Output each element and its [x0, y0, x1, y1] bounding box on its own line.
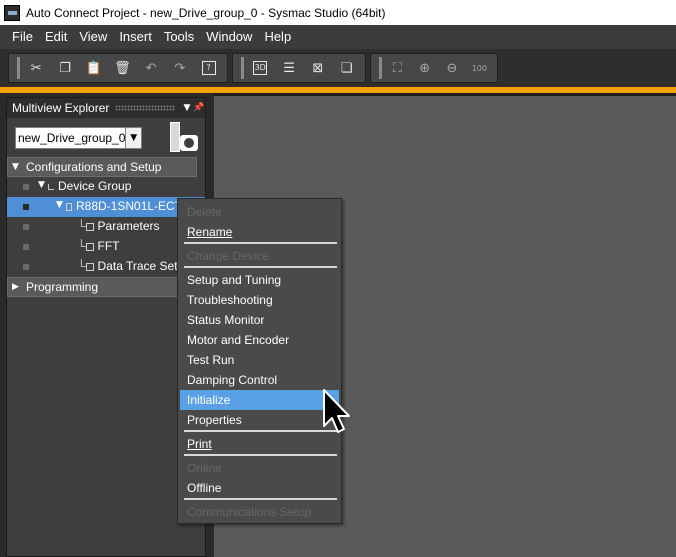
menu-item-online[interactable]: Online: [180, 458, 339, 478]
explorer-header: Multiview Explorer ▼ 📌: [7, 98, 205, 118]
cut-icon[interactable]: ✂: [26, 57, 47, 79]
tree-label: FFT: [97, 239, 120, 253]
window-title: Auto Connect Project - new_Drive_group_0…: [26, 5, 386, 20]
section-label: Configurations and Setup: [26, 160, 162, 174]
context-menu: Delete Rename Change Device Setup and Tu…: [177, 198, 342, 524]
tree-label: Parameters: [97, 219, 160, 233]
toolbar-group-view: 3D ☰ ⊠ ❏: [232, 53, 366, 83]
menu-view[interactable]: View: [73, 25, 113, 49]
toolbar-grip[interactable]: [241, 57, 244, 79]
expand-triangle-icon[interactable]: ▼: [12, 162, 19, 172]
menu-item-offline[interactable]: Offline: [180, 478, 339, 498]
status-square: [23, 204, 29, 210]
zoom-100-icon[interactable]: 100: [470, 57, 489, 79]
menu-item-damping-control[interactable]: Damping Control: [180, 370, 339, 390]
tree-item-fft[interactable]: └ FFT: [7, 237, 205, 257]
graph-icon: [85, 242, 94, 251]
device-group-combo[interactable]: new_Drive_group_0 ▼: [15, 127, 142, 149]
menu-item-communications-setup[interactable]: Communications Setup: [180, 502, 339, 522]
tree-view-icon[interactable]: ☰: [279, 57, 300, 79]
paste-icon[interactable]: 📋: [83, 57, 104, 79]
menu-separator: [184, 430, 337, 432]
menu-item-initialize[interactable]: Initialize: [180, 390, 339, 410]
redo-icon[interactable]: ↷: [170, 57, 191, 79]
list-icon: [85, 222, 94, 231]
menu-item-delete[interactable]: Delete: [180, 202, 339, 222]
delete-icon[interactable]: 🗑: [112, 57, 133, 79]
menu-separator: [184, 266, 337, 268]
pin-icon[interactable]: 📌: [193, 103, 205, 113]
menu-item-rename[interactable]: Rename: [180, 222, 339, 242]
section-programming[interactable]: ▶ Programming: [7, 277, 197, 297]
status-square: [23, 224, 29, 230]
tree-label: Device Group: [58, 179, 132, 193]
toolbar-grip[interactable]: [379, 57, 382, 79]
folder-icon: [48, 183, 54, 190]
menu-item-properties[interactable]: Properties: [180, 410, 339, 430]
3d-view-icon[interactable]: 3D: [250, 57, 271, 79]
status-square: [23, 264, 29, 270]
device-camera-icon[interactable]: [168, 121, 200, 155]
help-icon[interactable]: ?: [198, 57, 219, 79]
menu-item-print[interactable]: Print: [180, 434, 339, 454]
menu-separator: [184, 242, 337, 244]
menu-item-change-device[interactable]: Change Device: [180, 246, 339, 266]
menu-edit[interactable]: Edit: [39, 25, 73, 49]
status-square: [23, 244, 29, 250]
mouse-pointer-icon: [323, 389, 350, 433]
trace-icon: [85, 262, 94, 271]
zoom-in-icon[interactable]: ⊕: [415, 57, 434, 79]
menu-file[interactable]: File: [6, 25, 39, 49]
menu-separator: [184, 498, 337, 500]
fit-icon[interactable]: ⛶: [388, 57, 407, 79]
tree-item-data-trace[interactable]: └ Data Trace Settings: [7, 257, 205, 277]
menu-tools[interactable]: Tools: [158, 25, 200, 49]
title-bar: Auto Connect Project - new_Drive_group_0…: [0, 0, 676, 25]
chevron-down-icon[interactable]: ▼: [125, 128, 141, 148]
tree-item-device-group[interactable]: ▼ Device Group: [7, 177, 205, 197]
menu-bar: File Edit View Insert Tools Window Help: [0, 25, 676, 49]
tree-label: R88D-1SN01L-ECT: [76, 199, 183, 213]
section-label: Programming: [26, 280, 99, 294]
multiview-explorer: Multiview Explorer ▼ 📌 new_Drive_group_0…: [6, 97, 206, 557]
status-square: [23, 184, 29, 190]
sysmac-app-icon: [4, 4, 20, 21]
undo-icon[interactable]: ↶: [141, 57, 162, 79]
copy-icon[interactable]: ❐: [55, 57, 76, 79]
dropdown-arrow-icon[interactable]: ▼: [181, 103, 193, 113]
menu-item-troubleshooting[interactable]: Troubleshooting: [180, 290, 339, 310]
combo-value: new_Drive_group_0: [18, 131, 126, 145]
toolbar: ✂ ❐ 📋 🗑 ↶ ↷ ? 3D ☰ ⊠ ❏ ⛶ ⊕ ⊖ 100: [0, 49, 676, 87]
explorer-title: Multiview Explorer: [12, 101, 110, 115]
window-layout-icon[interactable]: ❏: [336, 57, 357, 79]
menu-insert[interactable]: Insert: [113, 25, 158, 49]
tree-item-parameters[interactable]: └ Parameters: [7, 217, 205, 237]
drive-icon: [66, 202, 72, 211]
expand-triangle-icon[interactable]: ▼: [38, 180, 45, 190]
menu-item-setup-tuning[interactable]: Setup and Tuning: [180, 270, 339, 290]
menu-item-test-run[interactable]: Test Run: [180, 350, 339, 370]
toolbar-group-zoom: ⛶ ⊕ ⊖ 100: [370, 53, 498, 83]
zoom-out-icon[interactable]: ⊖: [442, 57, 461, 79]
toolbar-group-edit: ✂ ❐ 📋 🗑 ↶ ↷ ?: [8, 53, 228, 83]
menu-item-status-monitor[interactable]: Status Monitor: [180, 310, 339, 330]
menu-item-motor-encoder[interactable]: Motor and Encoder: [180, 330, 339, 350]
menu-help[interactable]: Help: [258, 25, 297, 49]
menu-window[interactable]: Window: [200, 25, 258, 49]
tree-item-device[interactable]: ▼ R88D-1SN01L-ECT: [7, 197, 205, 217]
expand-triangle-icon[interactable]: ▶: [12, 282, 19, 292]
header-grip[interactable]: [115, 105, 175, 111]
cross-reference-icon[interactable]: ⊠: [307, 57, 328, 79]
toolbar-grip[interactable]: [17, 57, 20, 79]
section-configurations[interactable]: ▼ Configurations and Setup: [7, 157, 197, 177]
expand-triangle-icon[interactable]: ▼: [56, 200, 63, 210]
menu-separator: [184, 454, 337, 456]
